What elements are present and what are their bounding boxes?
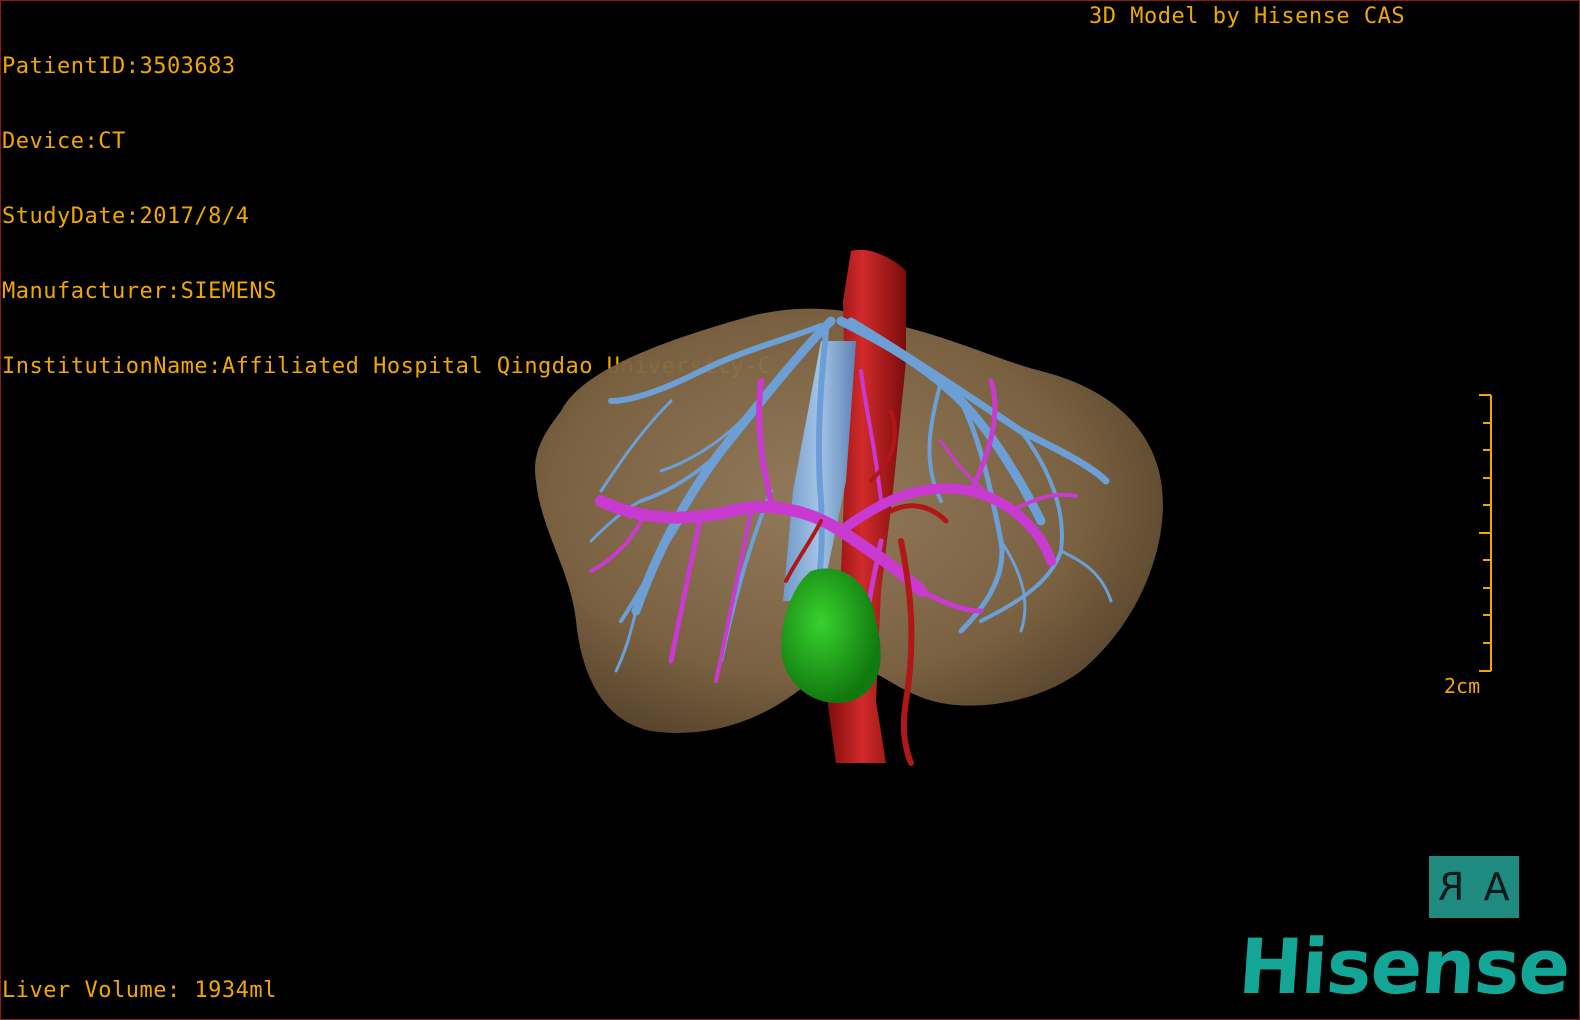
scale-label: 2cm — [1444, 674, 1481, 698]
orientation-indicator[interactable]: R A — [1429, 856, 1519, 918]
scale-bar — [1479, 394, 1492, 672]
patient-id-text: PatientID:3503683 — [2, 54, 236, 79]
hisense-logo: Hisense — [1235, 922, 1573, 1011]
liver-3d-model[interactable] — [521, 241, 1181, 771]
device-text: Device:CT — [2, 129, 126, 154]
liver-volume-text: Liver Volume: 1934ml — [2, 978, 277, 1003]
orientation-right-glyph: A — [1483, 865, 1510, 909]
orientation-left-glyph: R — [1438, 865, 1465, 909]
model-title: 3D Model by Hisense CAS — [1089, 4, 1406, 29]
study-date-text: StudyDate:2017/8/4 — [2, 204, 250, 229]
3d-viewport[interactable]: PatientID:3503683 Device:CT StudyDate:20… — [0, 0, 1580, 1020]
